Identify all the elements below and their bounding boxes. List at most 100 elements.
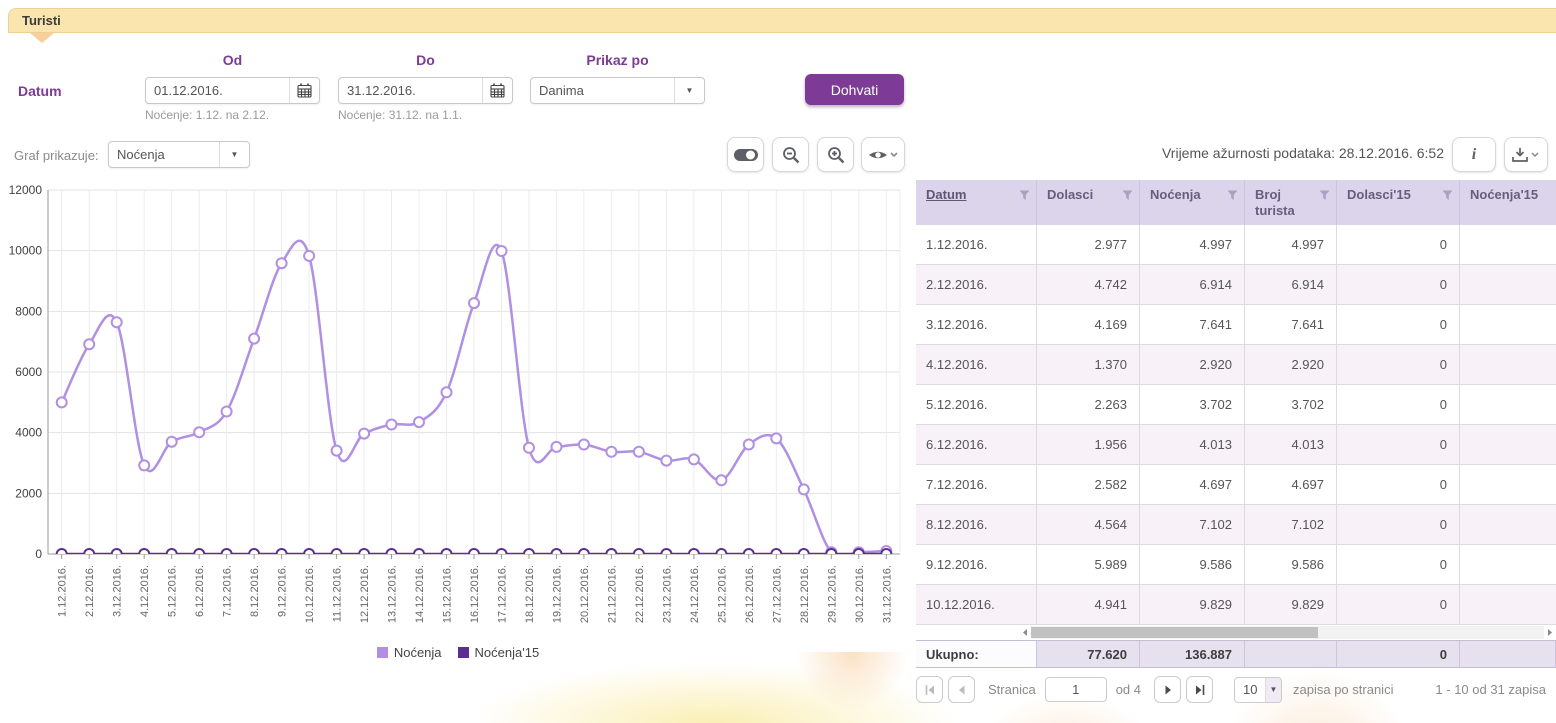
- data-updated-text: Vrijeme ažurnosti podataka: 28.12.2016. …: [1100, 145, 1444, 161]
- table-cell: 8.12.2016.: [916, 505, 1037, 544]
- table-cell: 4.12.2016.: [916, 345, 1037, 384]
- svg-text:12.12.2016.: 12.12.2016.: [359, 565, 371, 623]
- svg-text:21.12.2016.: 21.12.2016.: [606, 565, 618, 623]
- table-cell: 0: [1337, 305, 1460, 344]
- visibility-menu-button[interactable]: [861, 137, 905, 172]
- column-header[interactable]: Noćenja: [1140, 180, 1245, 225]
- svg-text:24.12.2016.: 24.12.2016.: [689, 565, 701, 623]
- calendar-icon[interactable]: [289, 78, 319, 103]
- prikaz-po-select[interactable]: Danima ▼: [530, 77, 705, 104]
- date-from-hint: Noćenje: 1.12. na 2.12.: [145, 108, 269, 122]
- column-header[interactable]: Datum: [916, 180, 1037, 225]
- horizontal-scrollbar[interactable]: [1019, 625, 1556, 640]
- table-cell: [1460, 505, 1556, 544]
- svg-text:23.12.2016.: 23.12.2016.: [661, 565, 673, 623]
- tab-bar: Turisti: [8, 8, 1556, 33]
- graf-prikazuje-select[interactable]: Noćenja ▼: [108, 141, 250, 168]
- table-cell: 2.582: [1037, 465, 1140, 504]
- legend-label: Noćenja: [394, 645, 442, 660]
- page-number-input[interactable]: [1045, 677, 1107, 702]
- table-row[interactable]: 8.12.2016.4.5647.1027.1020: [916, 505, 1556, 545]
- table-cell: 0: [1337, 225, 1460, 264]
- stranica-label: Stranica: [988, 682, 1036, 697]
- scroll-left-icon[interactable]: [1019, 628, 1031, 637]
- tab-turisti[interactable]: Turisti: [9, 9, 61, 28]
- zoom-out-button[interactable]: [772, 137, 809, 172]
- date-from-input[interactable]: [146, 78, 289, 103]
- scrollbar-track[interactable]: [1031, 626, 1544, 639]
- svg-text:7.12.2016.: 7.12.2016.: [222, 565, 234, 617]
- chart-legend: Noćenja Noćenja'15: [8, 645, 908, 660]
- table-cell: 4.941: [1037, 585, 1140, 624]
- scrollbar-thumb[interactable]: [1031, 627, 1318, 638]
- toggle-switch-icon: [733, 147, 759, 163]
- column-header-label[interactable]: Datum: [926, 187, 966, 225]
- table-row[interactable]: 2.12.2016.4.7426.9146.9140: [916, 265, 1556, 305]
- table-row[interactable]: 7.12.2016.2.5824.6974.6970: [916, 465, 1556, 505]
- results-grid: Datum DolasciNoćenjaBroj turista Dolasci'1…: [916, 180, 1556, 703]
- zoom-in-button[interactable]: [817, 137, 854, 172]
- table-row[interactable]: 10.12.2016.4.9419.8299.8290: [916, 585, 1556, 625]
- legend-item[interactable]: Noćenja: [377, 645, 442, 660]
- table-cell: [1460, 345, 1556, 384]
- column-header[interactable]: Dolasci'15: [1337, 180, 1460, 225]
- page-size-select[interactable]: 10 ▼: [1234, 677, 1282, 703]
- table-cell: [1460, 265, 1556, 304]
- table-row[interactable]: 6.12.2016.1.9564.0134.0130: [916, 425, 1556, 465]
- filter-icon[interactable]: [1122, 190, 1133, 201]
- svg-text:2000: 2000: [15, 486, 42, 500]
- svg-text:14.12.2016.: 14.12.2016.: [414, 565, 426, 623]
- svg-text:2.12.2016.: 2.12.2016.: [84, 565, 96, 617]
- table-row[interactable]: 5.12.2016.2.2633.7023.7020: [916, 385, 1556, 425]
- table-cell: [1460, 585, 1556, 624]
- info-button[interactable]: i: [1452, 137, 1496, 172]
- date-to-input[interactable]: [339, 78, 482, 103]
- line-chart[interactable]: 0200040006000800010000120001.12.2016.2.1…: [8, 182, 908, 642]
- grid-header-row: Datum DolasciNoćenjaBroj turista Dolasci'1…: [916, 180, 1556, 225]
- column-header-label: Dolasci'15: [1347, 187, 1411, 225]
- table-cell: 9.12.2016.: [916, 545, 1037, 584]
- next-page-button[interactable]: [1154, 676, 1181, 703]
- table-cell: 0: [1337, 425, 1460, 464]
- table-cell: [1460, 545, 1556, 584]
- table-row[interactable]: 9.12.2016.5.9899.5869.5860: [916, 545, 1556, 585]
- filter-icon[interactable]: [1442, 190, 1453, 201]
- table-row[interactable]: 3.12.2016.4.1697.6417.6410: [916, 305, 1556, 345]
- svg-text:31.12.2016.: 31.12.2016.: [881, 565, 893, 623]
- date-from-field: [145, 77, 320, 104]
- svg-text:8.12.2016.: 8.12.2016.: [249, 565, 261, 617]
- first-page-button[interactable]: [916, 676, 943, 703]
- table-cell: 3.12.2016.: [916, 305, 1037, 344]
- table-row[interactable]: 4.12.2016.1.3702.9202.9200: [916, 345, 1556, 385]
- column-header[interactable]: Noćenja'15: [1460, 180, 1556, 225]
- table-row[interactable]: 1.12.2016.2.9774.9974.9970: [916, 225, 1556, 265]
- table-cell: 3.702: [1245, 385, 1337, 424]
- table-cell: 0: [1337, 465, 1460, 504]
- dohvati-button[interactable]: Dohvati: [805, 74, 904, 105]
- prev-page-button[interactable]: [948, 676, 975, 703]
- table-cell: 7.641: [1140, 305, 1245, 344]
- date-to-hint: Noćenje: 31.12. na 1.1.: [338, 108, 462, 122]
- toggle-series-button[interactable]: [727, 137, 764, 172]
- column-header[interactable]: Dolasci: [1037, 180, 1140, 225]
- graf-prikazuje-value: Noćenja: [109, 142, 219, 167]
- filter-icon[interactable]: [1019, 190, 1030, 201]
- filter-icon[interactable]: [1227, 190, 1238, 201]
- svg-text:12000: 12000: [9, 183, 43, 197]
- column-header[interactable]: Broj turista: [1245, 180, 1337, 225]
- svg-text:10000: 10000: [9, 244, 43, 258]
- filter-icon[interactable]: [1319, 190, 1330, 201]
- chevron-down-icon: ▼: [219, 142, 249, 167]
- svg-text:26.12.2016.: 26.12.2016.: [744, 565, 756, 623]
- date-to-field: [338, 77, 513, 104]
- chart-canvas: 0200040006000800010000120001.12.2016.2.1…: [8, 182, 908, 642]
- table-cell: 2.977: [1037, 225, 1140, 264]
- export-button[interactable]: [1504, 137, 1548, 172]
- table-cell: 0: [1337, 265, 1460, 304]
- table-cell: 7.12.2016.: [916, 465, 1037, 504]
- scroll-right-icon[interactable]: [1544, 628, 1556, 637]
- calendar-icon[interactable]: [482, 78, 512, 103]
- table-cell: 4.013: [1245, 425, 1337, 464]
- legend-item[interactable]: Noćenja'15: [458, 645, 540, 660]
- last-page-button[interactable]: [1186, 676, 1213, 703]
